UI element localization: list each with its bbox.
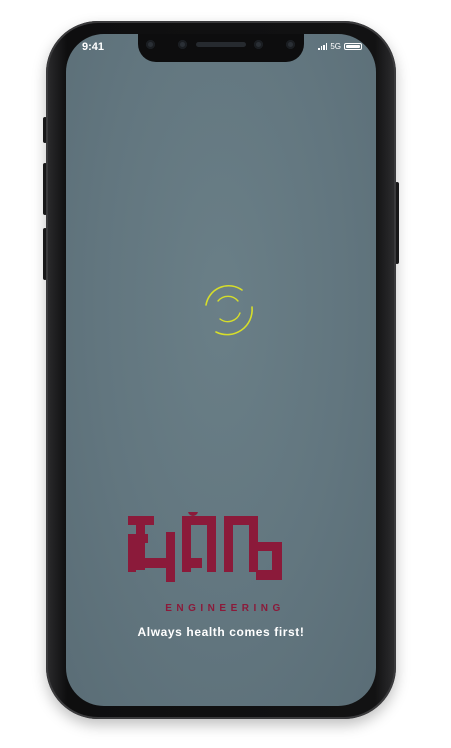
camera-icon (146, 40, 155, 49)
loading-spinner-icon (205, 284, 253, 336)
sensor-icon (254, 40, 263, 49)
status-indicators: 5G (318, 42, 362, 51)
battery-icon (344, 43, 362, 50)
earpiece-speaker (196, 42, 246, 47)
front-camera-icon (286, 40, 295, 49)
brand-subtitle: ENGINEERING (165, 603, 285, 614)
status-time: 9:41 (82, 41, 105, 53)
phone-notch (138, 34, 304, 62)
app-screen: 9:41 5G ENGINEERING Always health comes … (66, 34, 376, 706)
signal-icon (318, 43, 328, 50)
sensor-icon (178, 40, 187, 49)
tagline: Always health comes first! (137, 625, 305, 639)
brand-logo (128, 512, 282, 582)
network-label: 5G (330, 42, 341, 51)
